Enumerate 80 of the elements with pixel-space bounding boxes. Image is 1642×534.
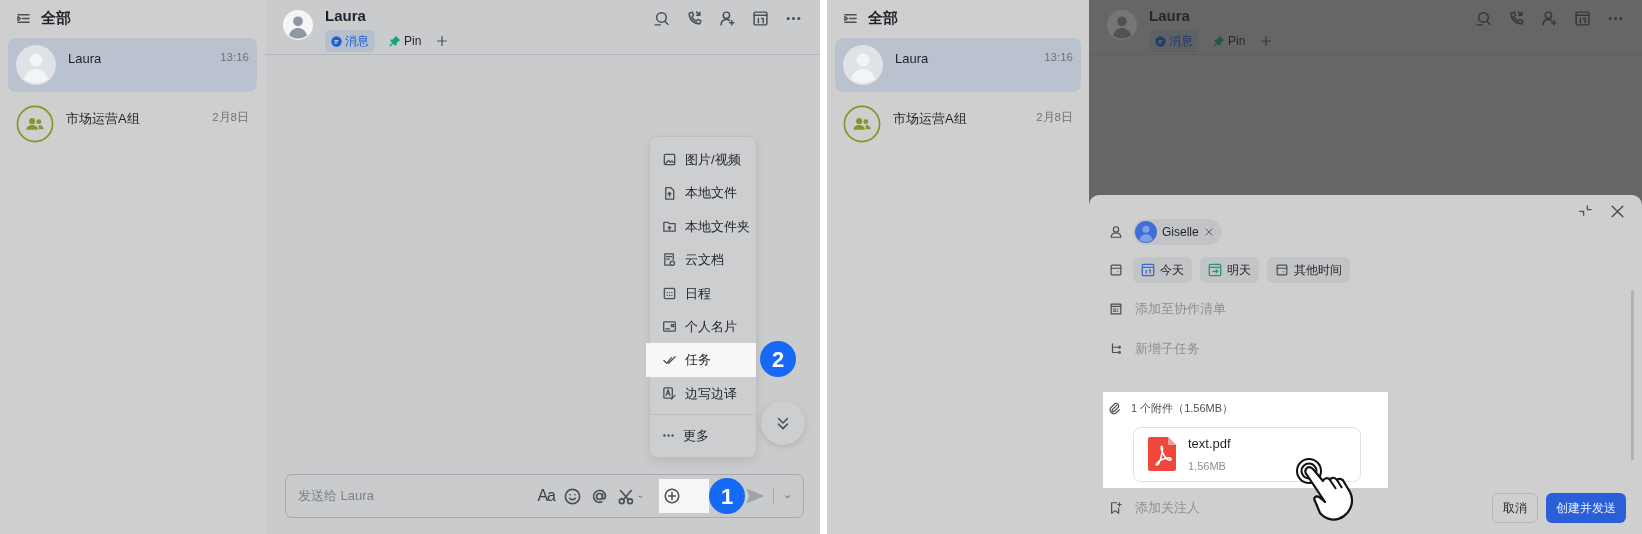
- phone-icon[interactable]: [686, 10, 703, 27]
- group-avatar-icon: [16, 105, 54, 143]
- translate-icon: [662, 385, 677, 401]
- chat-list-item[interactable]: 市场运营A组 2月8日: [8, 98, 257, 152]
- step-badge: 2: [760, 341, 796, 378]
- avatar-icon: [16, 45, 56, 85]
- calendar-icon: [662, 285, 677, 301]
- file-name: text.pdf: [1188, 435, 1231, 453]
- list-field[interactable]: 添加至协作清单: [1133, 298, 1333, 320]
- assignee-chip[interactable]: Giselle: [1133, 219, 1222, 245]
- paperclip-icon: [1107, 401, 1121, 416]
- emoji-icon[interactable]: [563, 486, 582, 506]
- chat-name: Laura: [68, 50, 102, 68]
- menu-item[interactable]: 本地文件: [650, 176, 756, 210]
- person-icon: [1109, 225, 1123, 239]
- menu-item[interactable]: 云文档: [650, 243, 756, 277]
- date-option-button[interactable]: 其他时间: [1267, 257, 1350, 283]
- step-badge: 1: [709, 478, 745, 514]
- chat-list-item[interactable]: 市场运营A组 2月8日: [835, 98, 1081, 152]
- create-send-button[interactable]: 创建并发送: [1546, 493, 1626, 523]
- menu-item[interactable]: 图片/视频: [650, 143, 756, 177]
- contact-card-icon: [662, 319, 677, 335]
- menu-item[interactable]: 边写边译: [650, 376, 756, 411]
- chat-title: Laura: [325, 6, 367, 26]
- message-input[interactable]: 发送给 Laura: [296, 485, 530, 507]
- pin-icon: [1213, 35, 1225, 47]
- date-option-button[interactable]: 今天: [1133, 257, 1192, 283]
- avatar-icon: [1135, 221, 1157, 243]
- bookmark-add-icon: [1109, 501, 1123, 515]
- add-button[interactable]: [659, 479, 709, 513]
- chat-tab[interactable]: Pin: [383, 30, 428, 52]
- plus-circle-icon: [663, 487, 681, 505]
- calendar-icon: [1275, 263, 1289, 277]
- calendar-arrow-icon: [1208, 263, 1222, 277]
- pdf-file-icon: [1148, 437, 1176, 471]
- menu-item[interactable]: 本地文件夹: [650, 209, 756, 244]
- image-icon: [662, 152, 677, 168]
- sidebar-title: 全部: [868, 7, 898, 28]
- subtask-field[interactable]: 新增子任务: [1133, 338, 1333, 360]
- chat-list-item[interactable]: Laura 13:16: [835, 38, 1081, 92]
- file-size: 1.56MB: [1188, 458, 1227, 474]
- chat-name: 市场运营A组: [893, 110, 967, 128]
- chat-time: 13:16: [1044, 50, 1073, 65]
- list-icon: [1109, 302, 1123, 316]
- chat-time: 2月8日: [212, 110, 249, 125]
- calendar-today-icon: [1141, 263, 1155, 277]
- add-person-icon[interactable]: [719, 10, 736, 27]
- subtask-icon: [1109, 342, 1123, 356]
- menu-item[interactable]: 任务: [646, 343, 756, 377]
- chat-title: Laura: [1149, 6, 1191, 26]
- menu-item[interactable]: 个人名片: [650, 309, 756, 344]
- chat-name: 市场运营A组: [66, 110, 140, 128]
- date-option-button[interactable]: 明天: [1200, 257, 1259, 283]
- search-icon[interactable]: [653, 10, 670, 27]
- chat-name: Laura: [895, 50, 929, 68]
- group-avatar-icon: [843, 105, 881, 143]
- chat-bubble-icon: [1155, 35, 1166, 47]
- attachment-summary: 1 个附件（1.56MB）: [1131, 401, 1234, 416]
- remove-icon[interactable]: [1203, 227, 1214, 237]
- chat-list-item[interactable]: Laura 13:16: [8, 38, 257, 92]
- pin-icon: [389, 35, 401, 47]
- calendar-icon[interactable]: [752, 10, 769, 27]
- chat-time: 2月8日: [1036, 110, 1073, 125]
- menu-item[interactable]: 日程: [650, 276, 756, 310]
- sidebar-title: 全部: [41, 7, 71, 28]
- text-format-button[interactable]: Aa: [537, 484, 555, 508]
- chat-bubble-icon: [331, 35, 342, 47]
- menu-item[interactable]: 更多: [650, 419, 756, 453]
- chat-time: 13:16: [220, 50, 249, 65]
- add-tab-icon[interactable]: [435, 34, 450, 48]
- minimize-icon[interactable]: [1578, 203, 1593, 218]
- file-upload-icon: [662, 185, 677, 201]
- avatar-icon: [843, 45, 883, 85]
- follower-field[interactable]: 添加关注人: [1133, 497, 1333, 519]
- avatar-icon: [1107, 10, 1137, 40]
- cancel-button[interactable]: 取消: [1492, 493, 1538, 523]
- avatar-icon: [283, 10, 313, 40]
- document-icon: [662, 252, 677, 268]
- calendar-icon: [1109, 263, 1123, 277]
- close-icon[interactable]: [1609, 203, 1626, 220]
